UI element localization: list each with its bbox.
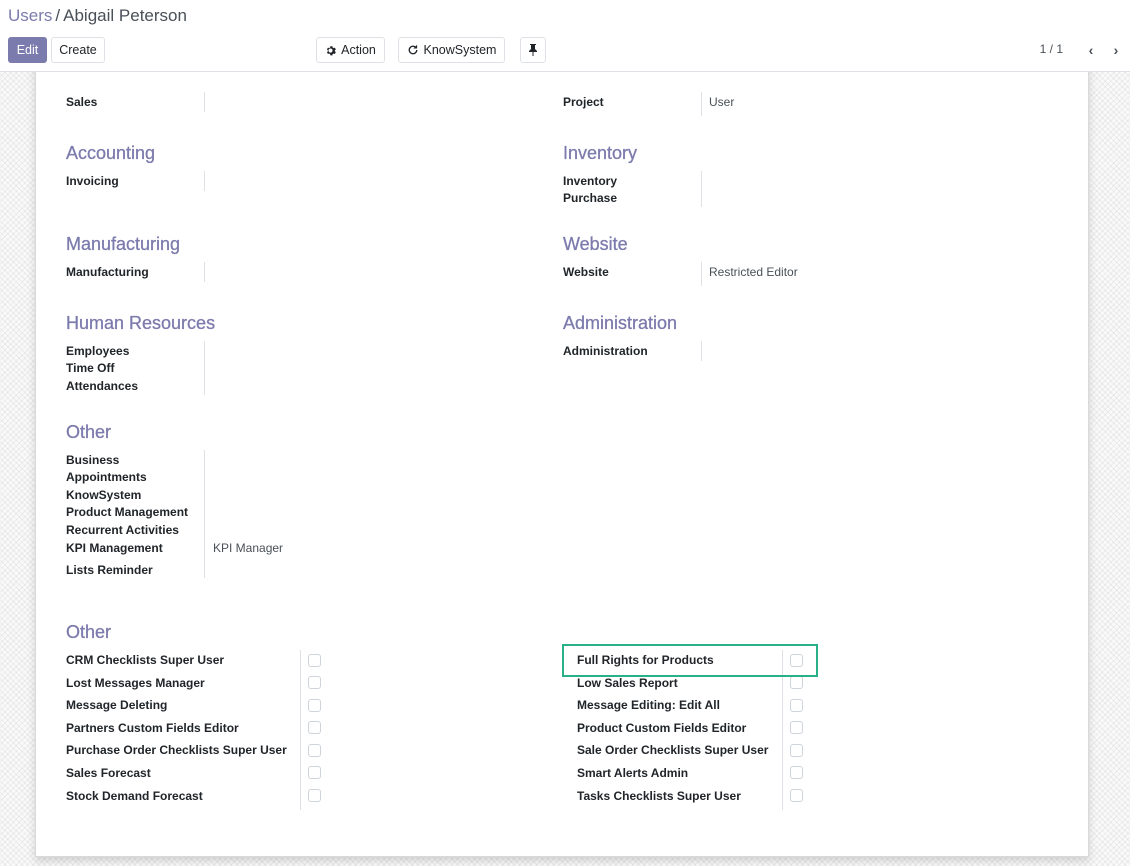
checkbox-label: Partners Custom Fields Editor <box>66 721 239 735</box>
checkbox-label: CRM Checklists Super User <box>66 653 225 667</box>
checkbox[interactable] <box>790 766 803 779</box>
checkbox-label: Message Deleting <box>66 698 168 712</box>
checkbox[interactable] <box>790 721 803 734</box>
field-label: Business <box>66 453 120 467</box>
field-divider <box>204 341 205 395</box>
checkbox-label: Sales Forecast <box>66 766 151 780</box>
checkbox[interactable] <box>308 676 321 689</box>
field-label: Inventory <box>563 174 618 188</box>
section-title: Administration <box>563 313 678 333</box>
section-title: Manufacturing <box>66 234 181 254</box>
field-divider <box>701 262 702 286</box>
field-label: Project <box>563 95 604 109</box>
field-divider <box>300 650 301 810</box>
field-label: Product Management <box>66 505 189 519</box>
section-title: Human Resources <box>66 313 216 333</box>
breadcrumb-users-link[interactable]: Users <box>8 6 52 25</box>
sheet-clip <box>36 72 1088 82</box>
field-divider <box>204 171 205 191</box>
field-label: Employees <box>66 344 130 358</box>
checkbox-label: Stock Demand Forecast <box>66 789 203 803</box>
refresh-icon <box>408 44 417 55</box>
field-label: Sales <box>66 95 98 109</box>
create-button-label: Create <box>59 43 97 57</box>
section-manufacturing: Manufacturing <box>66 232 180 256</box>
field-divider <box>701 171 702 207</box>
section-title: Inventory <box>563 143 638 163</box>
checkbox-label: Product Custom Fields Editor <box>577 721 747 735</box>
field-label: Lists Reminder <box>66 563 153 577</box>
form-sheet <box>35 60 1089 857</box>
field-divider <box>701 341 702 361</box>
create-button[interactable]: Create <box>51 37 105 63</box>
field-label: Recurrent Activities <box>66 523 179 537</box>
field-divider <box>204 262 205 282</box>
field-label: Appointments <box>66 470 147 484</box>
checkbox[interactable] <box>308 654 321 667</box>
field-value[interactable]: User <box>709 95 734 109</box>
field-label: Purchase <box>563 191 618 205</box>
checkbox-label: Message Editing: Edit All <box>577 698 720 712</box>
checkbox[interactable] <box>790 676 803 689</box>
field-value-kpi[interactable]: KPI Manager <box>213 541 283 555</box>
control-panel: Users / Abigail Peterson Edit Create Actio… <box>0 0 1130 72</box>
pin-button[interactable] <box>520 37 546 63</box>
edit-button[interactable]: Edit <box>8 37 47 63</box>
checkbox-label: Tasks Checklists Super User <box>577 789 741 803</box>
field-divider <box>204 92 205 112</box>
checkbox[interactable] <box>308 699 321 712</box>
highlight-box <box>562 644 818 677</box>
gear-icon <box>327 45 336 55</box>
checkbox[interactable] <box>790 744 803 757</box>
checkbox-label: Purchase Order Checklists Super User <box>66 743 287 757</box>
breadcrumb: Users / Abigail Peterson <box>8 6 187 26</box>
breadcrumb-current: Abigail Peterson <box>63 6 187 25</box>
checkbox[interactable] <box>790 699 803 712</box>
checkbox[interactable] <box>308 721 321 734</box>
field-label: Administration <box>563 344 648 358</box>
pin-icon <box>529 44 537 56</box>
edit-button-label: Edit <box>16 43 39 57</box>
field-divider <box>701 92 702 116</box>
section-title: Website <box>563 234 628 254</box>
breadcrumb-separator: / <box>55 6 61 25</box>
checkbox[interactable] <box>790 789 803 802</box>
checkbox[interactable] <box>308 789 321 802</box>
section-inventory: Inventory <box>563 141 637 165</box>
section-other-selections: Other <box>66 420 111 444</box>
knowsystem-button-label: KnowSystem <box>423 43 497 57</box>
checkbox[interactable] <box>308 766 321 779</box>
section-title: Accounting <box>66 143 156 163</box>
section-website: Website <box>563 232 628 256</box>
section-title: Other <box>66 422 112 442</box>
checkbox-label: Sale Order Checklists Super User <box>577 743 769 757</box>
pager-value[interactable]: 1 / 1 <box>1023 42 1063 56</box>
action-button[interactable]: Action <box>316 37 385 63</box>
checkbox-label: Smart Alerts Admin <box>577 766 689 780</box>
checkbox-label: Low Sales Report <box>577 676 678 690</box>
field-label: Website <box>563 265 609 279</box>
field-label: Attendances <box>66 379 139 393</box>
field-divider <box>204 450 205 578</box>
field-label: Invoicing <box>66 174 119 188</box>
knowsystem-button[interactable]: KnowSystem <box>398 37 505 63</box>
action-button-label: Action <box>341 43 376 57</box>
section-accounting: Accounting <box>66 141 155 165</box>
section-title: Other <box>66 622 112 642</box>
field-label: KPI Management <box>66 541 163 555</box>
field-label: Time Off <box>66 361 115 375</box>
section-administration: Administration <box>563 311 677 335</box>
field-label: Manufacturing <box>66 265 149 279</box>
section-other-checkboxes: Other <box>66 620 111 644</box>
field-label: KnowSystem <box>66 488 142 502</box>
chevron-left-icon[interactable]: ‹ <box>1084 41 1098 59</box>
checkbox[interactable] <box>308 744 321 757</box>
field-value[interactable]: Restricted Editor <box>709 265 798 279</box>
section-human-resources: Human Resources <box>66 311 215 335</box>
chevron-right-icon[interactable]: › <box>1109 41 1123 59</box>
checkbox-label: Lost Messages Manager <box>66 676 205 690</box>
